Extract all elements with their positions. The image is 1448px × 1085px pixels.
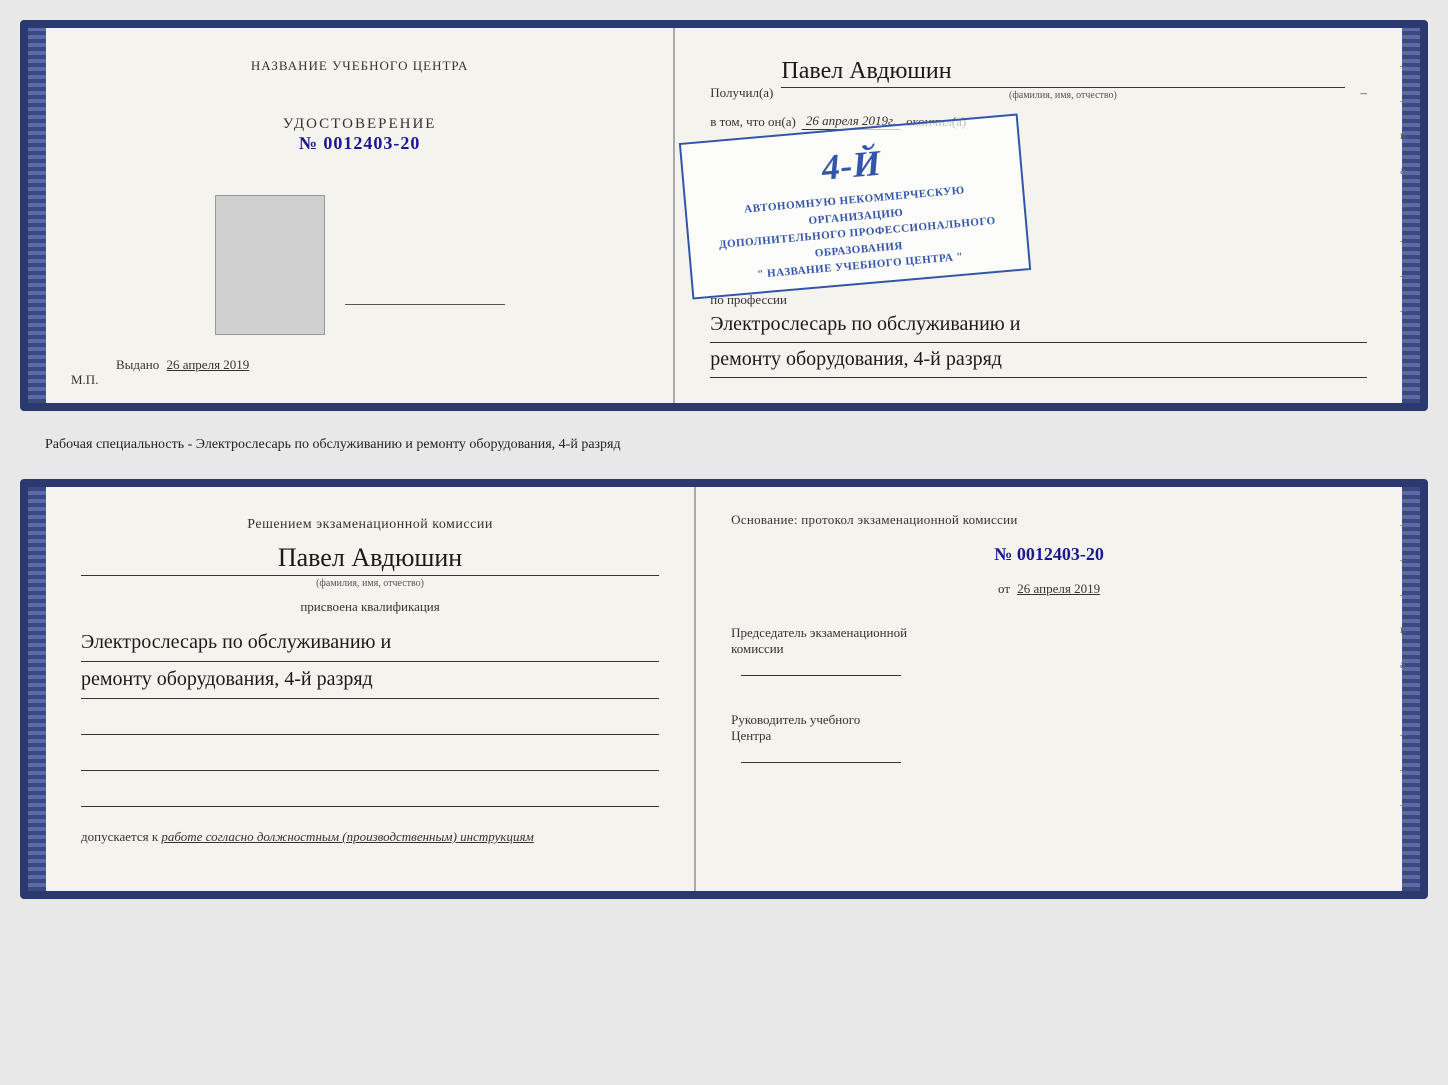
profession-line2: ремонту оборудования, 4-й разряд bbox=[710, 343, 1367, 378]
predsedatel-label1: Председатель экзаменационной bbox=[731, 625, 1367, 641]
bottom-right-page: Основание: протокол экзаменационной коми… bbox=[696, 487, 1402, 891]
mp-line: М.П. bbox=[71, 372, 98, 388]
spine-left bbox=[28, 28, 46, 403]
predsedatel-signature-line bbox=[741, 675, 901, 676]
blank-line-3 bbox=[81, 789, 659, 807]
stamp: 4-й АВТОНОМНУЮ НЕКОММЕРЧЕСКУЮ ОРГАНИЗАЦИ… bbox=[679, 113, 1031, 299]
vtom-prefix: в том, что он(а) bbox=[710, 114, 796, 130]
predsedatel-block: Председатель экзаменационной комиссии bbox=[731, 625, 1367, 676]
prisvoena-text: присвоена квалификация bbox=[81, 599, 659, 615]
udostoverenie-number: № 0012403-20 bbox=[283, 133, 437, 154]
qual-line1: Электрослесарь по обслуживанию и bbox=[81, 625, 659, 662]
profession-line1: Электрослесарь по обслуживанию и bbox=[710, 308, 1367, 343]
blank-line-2 bbox=[81, 753, 659, 771]
top-right-page: Получил(а) Павел Авдюшин (фамилия, имя, … bbox=[675, 28, 1402, 403]
vydano-label: Выдано bbox=[116, 357, 159, 372]
page-wrapper: НАЗВАНИЕ УЧЕБНОГО ЦЕНТРА УДОСТОВЕРЕНИЕ №… bbox=[20, 20, 1428, 899]
osnovanie-text: Основание: протокол экзаменационной коми… bbox=[731, 512, 1367, 528]
dopusk-text: работе согласно должностным (производств… bbox=[161, 829, 533, 844]
recipient-name: Павел Авдюшин bbox=[781, 58, 1344, 88]
poluchil-block: Получил(а) Павел Авдюшин (фамилия, имя, … bbox=[710, 58, 1367, 101]
fio-hint-bottom: (фамилия, имя, отчество) bbox=[81, 578, 659, 589]
rukovoditel-label1: Руководитель учебного bbox=[731, 712, 1367, 728]
po-professii-label: по профессии bbox=[710, 292, 1367, 308]
middle-text-content: Рабочая специальность - Электрослесарь п… bbox=[45, 437, 621, 452]
predsedatel-label2: комиссии bbox=[731, 641, 1367, 657]
bottom-left-page: Решением экзаменационной комиссии Павел … bbox=[46, 487, 696, 891]
top-document: НАЗВАНИЕ УЧЕБНОГО ЦЕНТРА УДОСТОВЕРЕНИЕ №… bbox=[20, 20, 1428, 411]
udostoverenie-block: УДОСТОВЕРЕНИЕ № 0012403-20 bbox=[283, 116, 437, 154]
resheniem-text: Решением экзаменационной комиссии bbox=[81, 517, 659, 533]
bottom-name: Павел Авдюшин bbox=[81, 543, 659, 576]
vtom-block: в том, что он(а) 26 апреля 2019г. окончи… bbox=[710, 113, 1367, 130]
poluchil-label: Получил(а) bbox=[710, 85, 773, 101]
top-left-page: НАЗВАНИЕ УЧЕБНОГО ЦЕНТРА УДОСТОВЕРЕНИЕ №… bbox=[46, 28, 675, 403]
right-dashes-top: – – и а ← – – – bbox=[1400, 58, 1412, 318]
rukovoditel-label2: Центра bbox=[731, 728, 1367, 744]
rukovoditel-block: Руководитель учебного Центра bbox=[731, 712, 1367, 763]
vydano-date: 26 апреля 2019 bbox=[167, 357, 250, 372]
ot-prefix: от bbox=[998, 581, 1010, 596]
rukovoditel-signature-line bbox=[741, 762, 901, 763]
vydano-line: Выдано 26 апреля 2019 bbox=[116, 357, 249, 373]
qual-line2: ремонту оборудования, 4-й разряд bbox=[81, 662, 659, 699]
dopuskaetsya-label: допускается к bbox=[81, 829, 158, 844]
photo-placeholder bbox=[215, 195, 325, 335]
bottom-document: Решением экзаменационной комиссии Павел … bbox=[20, 479, 1428, 899]
middle-text: Рабочая специальность - Электрослесарь п… bbox=[20, 429, 1428, 461]
blank-line-1 bbox=[81, 717, 659, 735]
right-dashes-bottom: – – – и а ← – – – bbox=[1400, 517, 1412, 812]
org-name-top: НАЗВАНИЕ УЧЕБНОГО ЦЕНТРА bbox=[251, 58, 468, 74]
protocol-number: № 0012403-20 bbox=[731, 544, 1367, 565]
udostoverenie-label: УДОСТОВЕРЕНИЕ bbox=[283, 116, 437, 133]
fio-hint-top: (фамилия, имя, отчество) bbox=[781, 90, 1344, 101]
spine-bottom-left bbox=[28, 487, 46, 891]
ot-date: 26 апреля 2019 bbox=[1017, 581, 1100, 596]
ot-date-block: от 26 апреля 2019 bbox=[731, 581, 1367, 597]
dopuskaetsya-block: допускается к работе согласно должностны… bbox=[81, 829, 659, 845]
